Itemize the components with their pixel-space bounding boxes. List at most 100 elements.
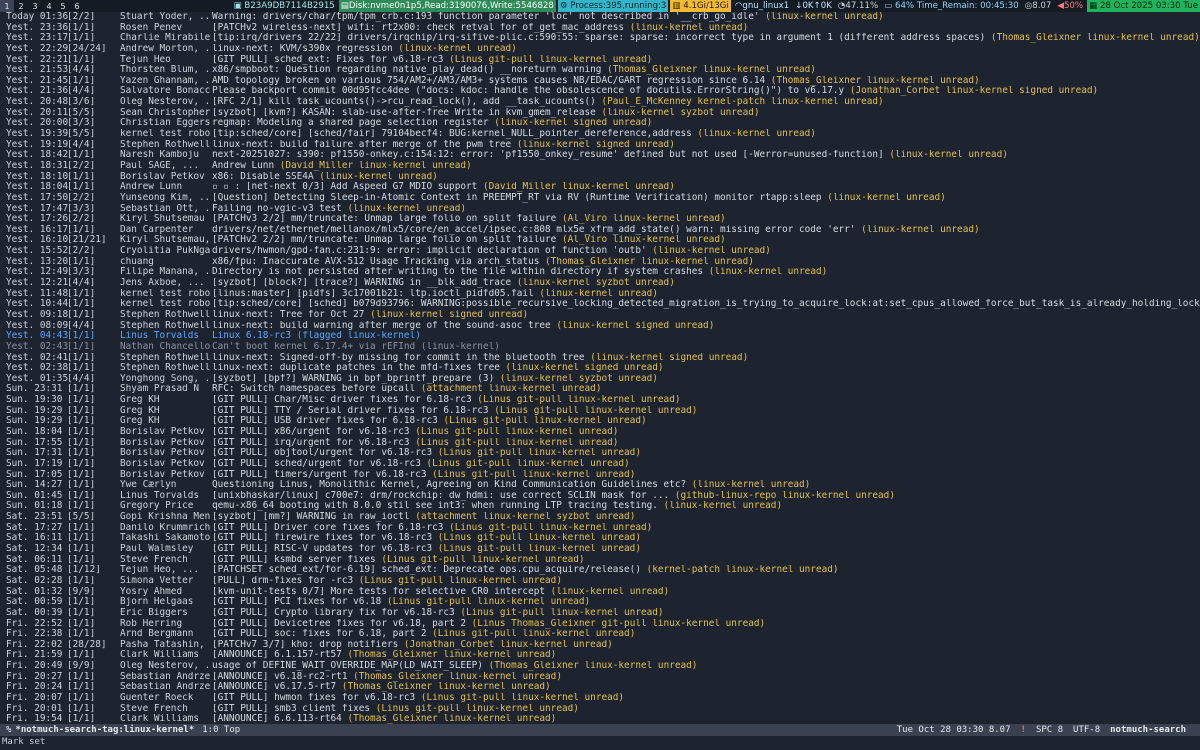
thread-row[interactable]: Yest. 15:52[2/2] Cryolitia PukNgae...driv… bbox=[0, 246, 1200, 257]
thread-row[interactable]: Yest. 22:29[24/24] Andrew Morton, ...linu… bbox=[0, 44, 1200, 55]
thread-row[interactable]: Sun. 17:31 [1/1] Borislav Petkov [GIT PULL]… bbox=[0, 448, 1200, 459]
thread-row[interactable]: Yest. 09:18 [1/1] Stephen Rothwell linux-ne… bbox=[0, 310, 1200, 321]
thread-row[interactable]: Yest. 18:10 [1/1] Borislav Petkov x86: Disa… bbox=[0, 172, 1200, 183]
thread-row[interactable]: Sun. 17:19 [1/1] Borislav Petkov [GIT PULL]… bbox=[0, 459, 1200, 470]
thread-row[interactable]: Fri. 20:01 [1/1] Steve French [GIT PULL] sm… bbox=[0, 704, 1200, 715]
thread-row[interactable]: Sat. 12:34 [1/1] Paul Walmsley [GIT PULL] R… bbox=[0, 544, 1200, 555]
thread-row[interactable]: Sun. 19:30 [1/1] Greg KH [GIT PULL] Char/Mi… bbox=[0, 395, 1200, 406]
thread-authors: Borislav Petkov bbox=[120, 171, 205, 182]
thread-authors: Kiryl Shutsemau, ... bbox=[120, 235, 210, 246]
wifi-indicator[interactable]: ◠ gnu_linux1 bbox=[733, 0, 791, 12]
clock-indicator[interactable]: ▦ 28 Oct 2025 03:30 Tue bbox=[1087, 0, 1200, 12]
thread-subject: Failing no-vgic-v3 test bbox=[212, 203, 342, 214]
thread-row[interactable]: Sat. 23:51 [5/5] Gopi Krishna Menon[syzbot… bbox=[0, 512, 1200, 523]
thread-row[interactable]: Sat. 00:59 [1/1] Bjorn Helgaas [GIT PULL] P… bbox=[0, 597, 1200, 608]
thread-row[interactable]: Fri. 21:59 [1/1] Clark Williams [ANNOUNCE] … bbox=[0, 650, 1200, 661]
workspace-button[interactable]: 5 bbox=[56, 0, 70, 12]
workspace-button[interactable]: 1 bbox=[0, 0, 14, 12]
thread-row[interactable]: Sat. 06:11 [1/1] Steve French [GIT PULL] ks… bbox=[0, 555, 1200, 566]
thread-row[interactable]: Yest. 18:42 [1/1] Naresh Kamboju next-20251… bbox=[0, 150, 1200, 161]
thread-row[interactable]: Yest. 21:45[1/1] Yazen Ghannam, ...AMD to… bbox=[0, 76, 1200, 87]
warning-indicator[interactable]: ! bbox=[1021, 725, 1026, 735]
thread-tags: (Thomas_Gleixner linux-kernel unread) bbox=[990, 33, 1200, 44]
thread-row[interactable]: Fri. 20:24 [1/1] Sebastian Andrzej...[ANNO… bbox=[0, 682, 1200, 693]
thread-row[interactable]: Yest. 01:35[4/4] Yonghong Song, ...[syzbo… bbox=[0, 374, 1200, 385]
thread-message-count: [24/24] bbox=[67, 43, 107, 54]
thread-row[interactable]: Sat. 05:48 [1/12] Tejun Heo, ... [PATCHSET … bbox=[0, 565, 1200, 576]
thread-date: Fri. 21:59 bbox=[6, 650, 63, 661]
thread-row[interactable]: Yest. 16:10[21/21] Kiryl Shutsemau, ...[P… bbox=[0, 235, 1200, 246]
thread-row[interactable]: Yest. 21:53[4/4] Thorsten Blum, ...x86/sm… bbox=[0, 65, 1200, 76]
thread-row[interactable]: Sun. 18:04 [1/1] Borislav Petkov [GIT PULL]… bbox=[0, 427, 1200, 438]
thread-row[interactable]: Sun. 19:29 [1/1] Greg KH [GIT PULL] USB dri… bbox=[0, 416, 1200, 427]
thread-row[interactable]: Yest. 12:21 [4/4] Jens Axboe, ... [syzbot] … bbox=[0, 278, 1200, 289]
thread-row[interactable]: Sun. 23:31 [1/1] Shyam Prasad N RFC: Switch… bbox=[0, 384, 1200, 395]
thread-row[interactable]: Fri. 20:49 [9/9] Oleg Nesterov, ...usage o… bbox=[0, 661, 1200, 672]
thread-row[interactable]: Sun. 17:55 [1/1] Borislav Petkov [GIT PULL]… bbox=[0, 438, 1200, 449]
thread-row[interactable]: Sat. 16:11 [1/1] Takashi Sakamoto [GIT PULL… bbox=[0, 533, 1200, 544]
thread-row[interactable]: Yest. 02:41 [1/1] Stephen Rothwell linux-ne… bbox=[0, 353, 1200, 364]
thread-message-count: [1/1] bbox=[67, 682, 96, 693]
thread-row[interactable]: Fri. 22:38 [1/1] Arnd Bergmann [GIT PULL] s… bbox=[0, 629, 1200, 640]
thread-row[interactable]: Fri. 20:07 [1/1] Guenter Roeck [GIT PULL] h… bbox=[0, 693, 1200, 704]
thread-row[interactable]: Yest. 13:20 [1/1] chuang x86/fpu: Inaccurat… bbox=[0, 257, 1200, 268]
thread-row[interactable]: Fri. 20:27 [1/1] Sebastian Andrzej...[ANNO… bbox=[0, 672, 1200, 683]
thread-row[interactable]: Fri. 22:02 [28/28] Pasha Tatashin, ... [PAT… bbox=[0, 640, 1200, 651]
thread-row[interactable]: Yest. 02:43 [1/1] Nathan Chancellor Can't b… bbox=[0, 342, 1200, 353]
thread-row[interactable]: Fri. 22:52 [1/1] Rob Herring [GIT PULL] Dev… bbox=[0, 619, 1200, 630]
thread-row[interactable]: Yest. 10:44 [1/1] kernel test robot [tip:sc… bbox=[0, 299, 1200, 310]
thread-row[interactable]: Yest. 17:26 [2/2] Kiryl Shutsemau [PATCHv3 … bbox=[0, 214, 1200, 225]
thread-subject-line: usage of DEFINE_WAIT_OVERRIDE_MAP(LD_WAI… bbox=[212, 661, 1200, 672]
buffer-name[interactable]: *notmuch-search-tag:linux-kernel* bbox=[15, 725, 194, 735]
thread-tags: (linux-kernel unread) bbox=[765, 12, 884, 22]
thread-row[interactable]: Yest. 21:36[4/4] Salvatore Bonacco...Plea… bbox=[0, 86, 1200, 97]
workspace-button[interactable]: 6 bbox=[70, 0, 84, 12]
thread-message-count: [1/1] bbox=[67, 288, 96, 299]
thread-tags: (Jonathan_Corbet linux-kernel signed unr… bbox=[849, 86, 1099, 97]
thread-message-count: [1/1] bbox=[67, 363, 96, 374]
thread-row[interactable]: Yest. 23:36 [1/1] Rosen Penev [PATCHv2 wire… bbox=[0, 23, 1200, 34]
thread-row[interactable]: Yest. 18:31 [2/2] Paul SAGE, ... Andrew Lun… bbox=[0, 161, 1200, 172]
thread-authors: Clark Williams bbox=[120, 650, 200, 661]
thread-row[interactable]: Sun. 01:45 [1/1] Linus Torvalds [unixbhaska… bbox=[0, 491, 1200, 502]
thread-row[interactable]: Yest. 19:39[5/5] kernel test robot...[tip… bbox=[0, 129, 1200, 140]
thread-row[interactable]: Yest. 11:48 [1/1] kernel test robot [linus:… bbox=[0, 289, 1200, 300]
thread-row[interactable]: Yest. 23:17 [1/1] Charlie Mirabile [tip:irq… bbox=[0, 33, 1200, 44]
thread-row[interactable]: Yest. 02:38 [1/1] Stephen Rothwell linux-ne… bbox=[0, 363, 1200, 374]
thread-row[interactable]: Sat. 02:28 [1/1] Simona Vetter [PULL] drm-f… bbox=[0, 576, 1200, 587]
thread-row[interactable]: Yest. 19:19[4/4] Stephen Rothwell,...linu… bbox=[0, 140, 1200, 151]
thread-row[interactable]: Sun. 17:05 [1/1] Borislav Petkov [GIT PULL]… bbox=[0, 470, 1200, 481]
thread-message-count: [1/1] bbox=[67, 575, 96, 586]
workspace-button[interactable]: 2 bbox=[14, 0, 28, 12]
thread-row[interactable]: Yest. 18:04 [1/1] Andrew Lunn ▫ ▫ : [net-ne… bbox=[0, 182, 1200, 193]
thread-row[interactable]: Yest. 12:49[3/3] Filipe Manana, ...Direct… bbox=[0, 267, 1200, 278]
notmuch-search-results[interactable]: Today 01:36 [2/2] Stuart Yoder, ... Warning… bbox=[0, 12, 1200, 724]
thread-row[interactable]: Today 01:36 [2/2] Stuart Yoder, ... Warning… bbox=[0, 12, 1200, 23]
thread-row[interactable]: Yest. 20:00[3/3] Christian Eggers,...regm… bbox=[0, 118, 1200, 129]
thread-row[interactable]: Yest. 20:48[3/6] Oleg Nesterov, ...[RFC 2… bbox=[0, 97, 1200, 108]
major-mode[interactable]: notmuch-search bbox=[1110, 725, 1186, 735]
thread-row[interactable]: Yest. 22:21 [1/1] Tejun Heo [GIT PULL] sche… bbox=[0, 55, 1200, 66]
thread-row[interactable]: Yest. 20:11[5/5] Sean Christophers...[syz… bbox=[0, 108, 1200, 119]
thread-row[interactable]: Yest. 08:09[4/4] Stephen Rothwell,...linu… bbox=[0, 321, 1200, 332]
thread-row[interactable]: Yest. 04:43 [1/1] Linus Torvalds Linux 6.18… bbox=[0, 331, 1200, 342]
thread-subject: RFC: Switch namespaces before upcall bbox=[212, 384, 416, 395]
thread-row[interactable]: Fri. 19:54 [1/1] Clark Williams [ANNOUNCE] … bbox=[0, 714, 1200, 724]
thread-row[interactable]: Sat. 17:27 [1/1] Danilo Krummrich [GIT PULL… bbox=[0, 523, 1200, 534]
thread-authors: Nathan Chancellor bbox=[120, 341, 210, 352]
thread-subject-line: x86/smpboot: Question regarding native_p… bbox=[212, 65, 1200, 76]
workspace-button[interactable]: 4 bbox=[42, 0, 56, 12]
thread-row[interactable]: Sun. 01:18 [1/1] Gregory Price qemu-x86_64 … bbox=[0, 501, 1200, 512]
workspace-button[interactable]: 3 bbox=[28, 0, 42, 12]
thread-message-count: [4/4] bbox=[67, 65, 96, 76]
thread-row[interactable]: Sun. 19:29 [1/1] Greg KH [GIT PULL] TTY / S… bbox=[0, 406, 1200, 417]
thread-row[interactable]: Yest. 17:47[3/3] Sebastian Ott, ...Failin… bbox=[0, 204, 1200, 215]
thread-row[interactable]: Sun. 14:27 [1/1] Ywe Cærlyn Questioning Lin… bbox=[0, 480, 1200, 491]
thread-row[interactable]: Yest. 16:17 [1/1] Dan Carpenter drivers/net… bbox=[0, 225, 1200, 236]
thread-message-count: [4/4] bbox=[67, 278, 96, 289]
thread-row[interactable]: Sat. 00:39 [1/1] Eric Biggers [GIT PULL] Cr… bbox=[0, 608, 1200, 619]
thread-row[interactable]: Sat. 01:32 [9/9] Yosry Ahmed [kvm-unit-test… bbox=[0, 587, 1200, 598]
thread-message-count: [1/1] bbox=[67, 309, 96, 320]
volume-indicator[interactable]: ◀ 50% bbox=[1055, 0, 1085, 12]
thread-row[interactable]: Yest. 17:50 [2/2] Yunseong Kim, ... [Questi… bbox=[0, 193, 1200, 204]
